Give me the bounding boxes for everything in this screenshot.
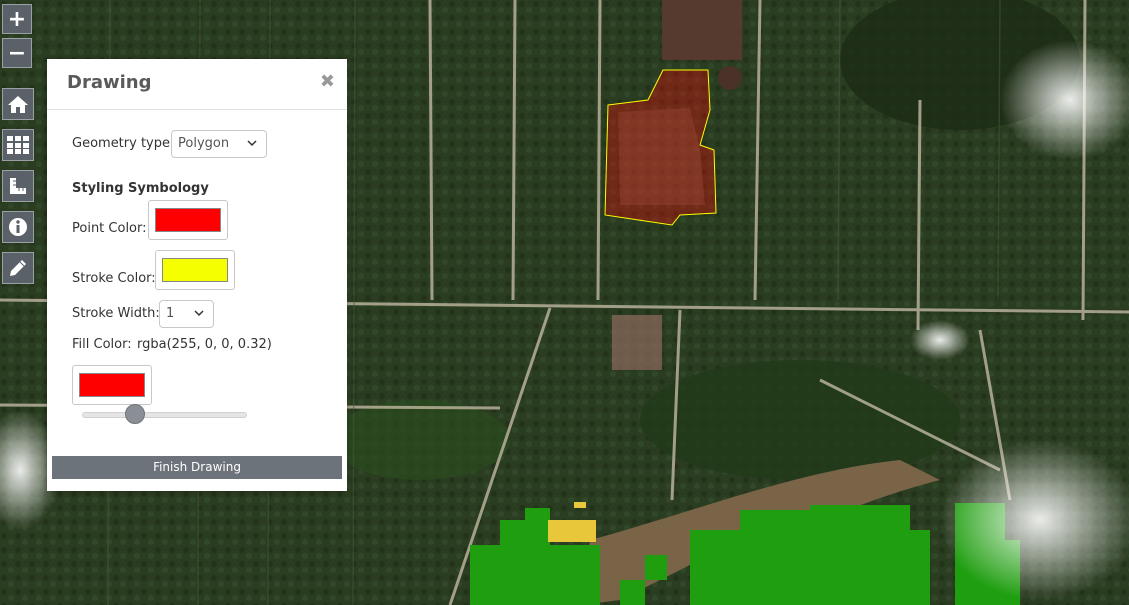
styling-heading: Styling Symbology: [72, 181, 209, 196]
forest-patch: [640, 360, 960, 480]
forest-patch: [330, 400, 510, 480]
info-icon: [9, 218, 27, 236]
polygon-factory: [618, 108, 705, 205]
geometry-type-label: Geometry type:: [72, 136, 175, 151]
close-button[interactable]: ✖: [320, 71, 335, 92]
layers-grid-button[interactable]: [2, 129, 34, 161]
panel-header: Drawing ✖: [47, 59, 347, 110]
point-color-label: Point Color:: [72, 221, 147, 236]
chevron-down-icon: [194, 310, 204, 317]
fill-color-picker[interactable]: [72, 365, 152, 405]
vegetation-yellow: [548, 520, 596, 542]
measure-icon: [10, 178, 26, 194]
panel-title: Drawing: [67, 72, 152, 93]
finish-drawing-button[interactable]: Finish Drawing: [52, 456, 342, 479]
stroke-color-swatch: [162, 258, 228, 282]
point-color-picker[interactable]: [148, 200, 228, 240]
zoom-out-button[interactable]: −: [2, 38, 32, 68]
point-color-swatch: [155, 208, 221, 232]
building: [612, 315, 662, 370]
pencil-icon: [10, 260, 26, 276]
stroke-color-label: Stroke Color:: [72, 271, 156, 286]
vegetation-yellow: [574, 502, 586, 508]
geometry-type-select[interactable]: Polygon: [171, 130, 267, 158]
building: [662, 0, 742, 60]
measure-button[interactable]: [2, 170, 34, 202]
drawing-panel: Drawing ✖ Geometry type: Polygon Styling…: [47, 59, 347, 491]
zoom-in-button[interactable]: +: [2, 4, 32, 34]
cloud: [910, 320, 970, 360]
grid-icon: [7, 136, 29, 154]
home-button[interactable]: [2, 88, 34, 120]
draw-button[interactable]: [2, 252, 34, 284]
zoom-in-label: +: [7, 6, 27, 32]
fill-color-value: rgba(255, 0, 0, 0.32): [137, 337, 272, 352]
stroke-color-picker[interactable]: [155, 250, 235, 290]
fill-color-swatch: [79, 373, 145, 397]
fill-color-label: Fill Color:: [72, 337, 132, 352]
chevron-down-icon: [247, 140, 257, 147]
info-button[interactable]: [2, 211, 34, 243]
opacity-slider-thumb[interactable]: [124, 404, 145, 424]
tank: [718, 66, 742, 90]
stroke-width-label: Stroke Width:: [72, 306, 160, 321]
stroke-width-value: 1: [166, 306, 175, 321]
zoom-out-label: −: [7, 40, 27, 66]
geometry-type-value: Polygon: [178, 136, 230, 151]
stroke-width-select[interactable]: 1: [159, 300, 214, 328]
opacity-slider-track[interactable]: [82, 412, 247, 418]
home-icon: [8, 96, 28, 113]
